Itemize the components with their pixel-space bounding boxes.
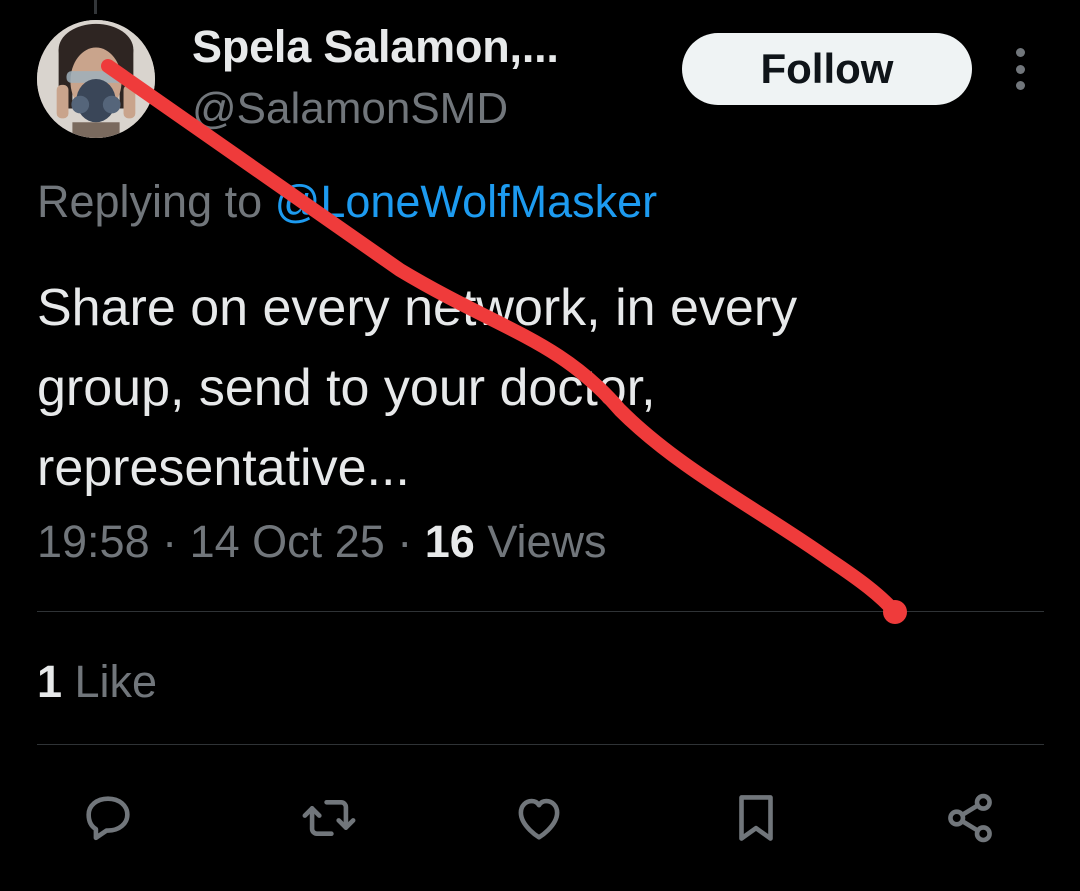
divider: [37, 611, 1044, 612]
tweet-text-line: Share on every network, in every: [37, 279, 798, 337]
likes-label: Like: [62, 656, 158, 707]
author-handle[interactable]: @SalamonSMD: [192, 84, 508, 134]
tweet-time[interactable]: 19:58: [37, 516, 150, 567]
tweet-text-line: representative...: [37, 439, 410, 497]
follow-button[interactable]: Follow: [682, 33, 972, 105]
more-options-icon[interactable]: [1006, 48, 1034, 90]
more-dot: [1015, 81, 1025, 90]
meta-separator: ·: [384, 516, 425, 567]
reply-icon[interactable]: [78, 788, 138, 848]
more-dot: [1015, 64, 1025, 74]
reply-context-prefix: Replying to: [37, 176, 275, 227]
thread-connector-line: [94, 0, 97, 14]
bookmark-icon[interactable]: [726, 788, 786, 848]
views-label: Views: [474, 516, 607, 567]
views-count: 16: [424, 516, 475, 567]
divider: [37, 744, 1044, 745]
more-dot: [1015, 48, 1025, 57]
tweet-meta: 19:58 · 14 Oct 25 · 16 Views: [37, 516, 607, 568]
share-icon[interactable]: [940, 788, 1000, 848]
likes-summary[interactable]: 1 Like: [37, 656, 157, 708]
reply-context: Replying to @LoneWolfMasker: [37, 176, 657, 228]
reply-mention-link[interactable]: @LoneWolfMasker: [275, 176, 658, 227]
retweet-icon[interactable]: [299, 788, 359, 848]
tweet-text: Share on every network, in every group, …: [37, 268, 1037, 508]
author-display-name[interactable]: Spela Salamon,...: [192, 21, 559, 73]
tweet-text-line: group, send to your doctor,: [37, 359, 656, 417]
likes-count: 1: [37, 656, 63, 707]
avatar[interactable]: [37, 20, 155, 138]
avatar-image: [37, 20, 155, 138]
meta-separator: ·: [149, 516, 190, 567]
like-icon[interactable]: [509, 788, 569, 848]
tweet-date[interactable]: 14 Oct 25: [190, 516, 385, 567]
